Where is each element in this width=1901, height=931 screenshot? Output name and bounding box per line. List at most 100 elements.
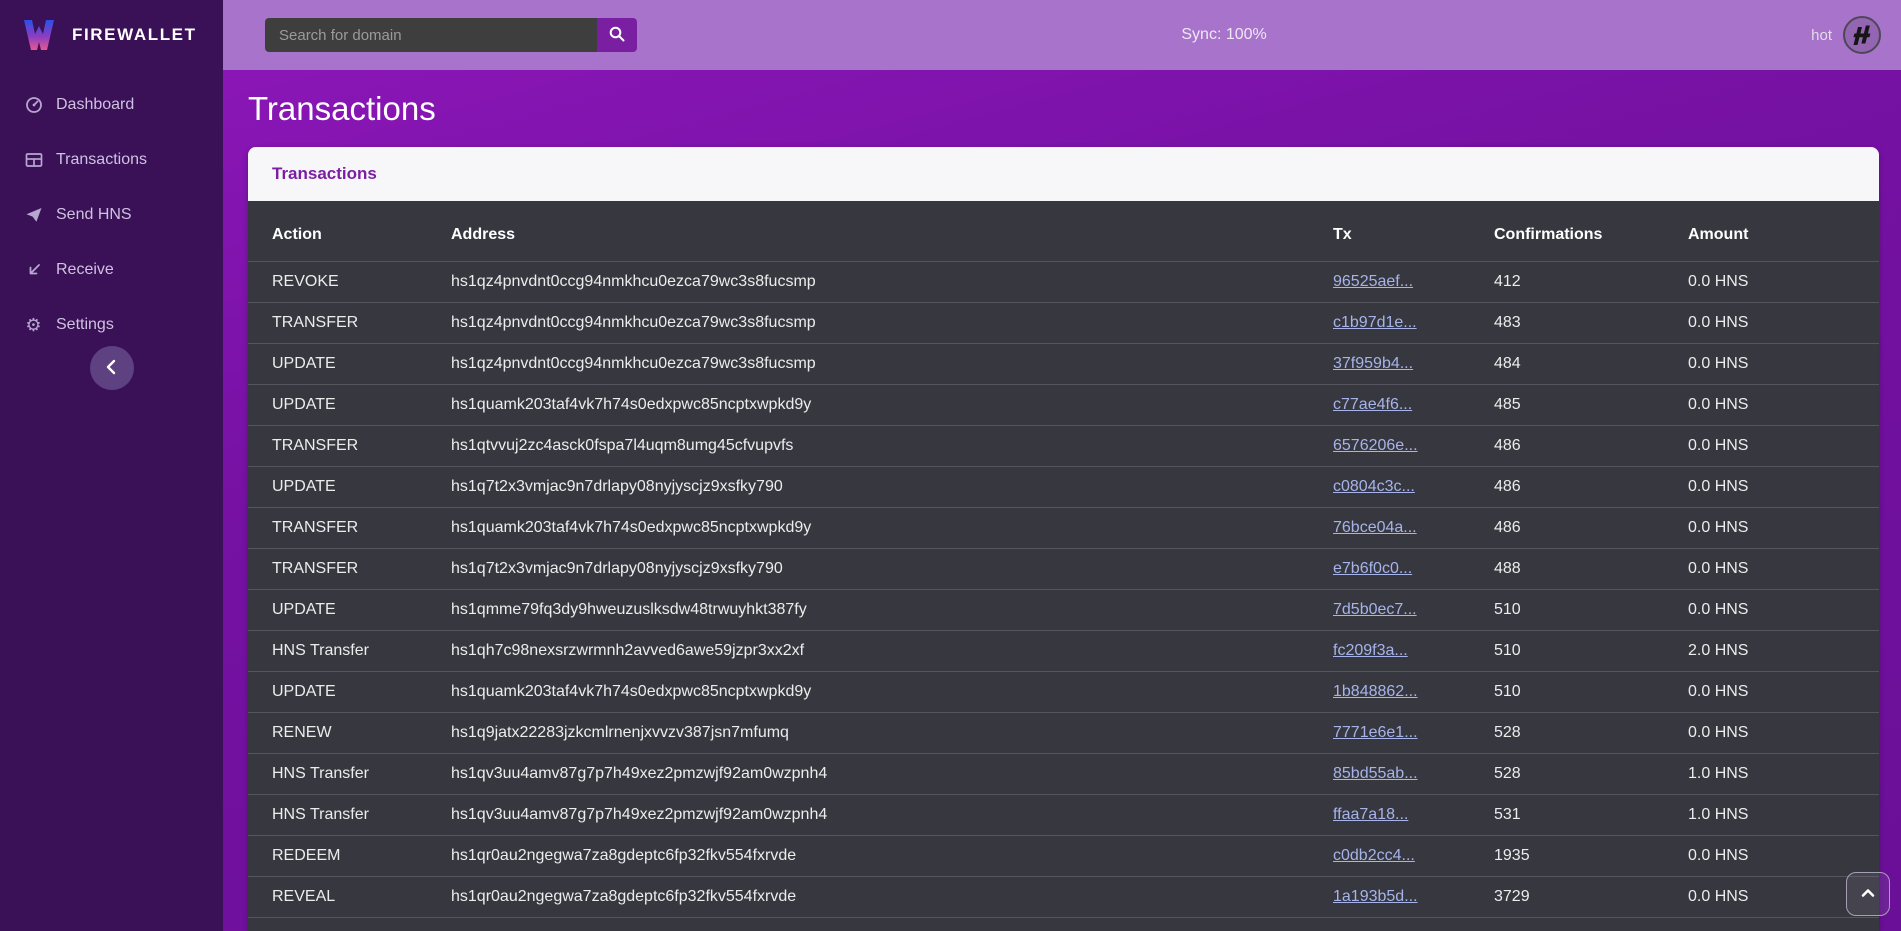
tx-link[interactable]: c1b97d1e... [1333,314,1417,331]
tx-link[interactable]: fc209f3a... [1333,642,1408,659]
scroll-to-top-button[interactable] [1846,872,1890,916]
search-button[interactable] [597,18,637,52]
action-cell: UPDATE [248,385,451,426]
amount-cell: 0.0 HNS [1688,262,1879,303]
address-cell: hs1q9jatx22283jzkcmlrnenjxvvzv387jsn7mfu… [451,713,1333,754]
action-cell: UPDATE [248,344,451,385]
amount-cell: 1.0 HNS [1688,754,1879,795]
table-row: UPDATE hs1q7t2x3vmjac9n7drlapy08nyjyscjz… [248,467,1879,508]
amount-cell: 0.0 HNS [1688,426,1879,467]
tx-link[interactable]: 1a193b5d... [1333,888,1418,905]
gear-icon: ⚙ [24,315,43,334]
confirmations-cell: 1935 [1494,836,1688,877]
table-row: UPDATE hs1qmme79fq3dy9hweuzuslksdw48trwu… [248,590,1879,631]
transactions-table: Action Address Tx Confirmations Amount R… [248,201,1879,918]
address-cell: hs1qh7c98nexsrzwrmnh2avved6awe59jzpr3xx2… [451,631,1333,672]
sidebar-item-settings[interactable]: ⚙ Settings [0,302,223,347]
address-cell: hs1qr0au2ngegwa7za8gdeptc6fp32fkv554fxrv… [451,877,1333,918]
table-row: HNS Transfer hs1qh7c98nexsrzwrmnh2avved6… [248,631,1879,672]
action-cell: RENEW [248,713,451,754]
sync-status: Sync: 100% [1181,26,1266,44]
sidebar-item-send-hns[interactable]: Send HNS [0,192,223,237]
table-row: UPDATE hs1quamk203taf4vk7h74s0edxpwc85nc… [248,385,1879,426]
brand: FIREWALLET [0,0,223,70]
address-cell: hs1qz4pnvdnt0ccg94nmkhcu0ezca79wc3s8fucs… [451,303,1333,344]
address-cell: hs1qv3uu4amv87g7p7h49xez2pmzwjf92am0wzpn… [451,754,1333,795]
wallet-indicator: hot [1811,16,1881,54]
tx-link[interactable]: 7d5b0ec7... [1333,601,1417,618]
action-cell: UPDATE [248,672,451,713]
confirmations-cell: 528 [1494,754,1688,795]
amount-cell: 0.0 HNS [1688,549,1879,590]
sidebar-item-transactions[interactable]: Transactions [0,137,223,182]
search-input[interactable] [265,18,597,52]
address-cell: hs1qmme79fq3dy9hweuzuslksdw48trwuyhkt387… [451,590,1333,631]
sidebar-item-receive[interactable]: Receive [0,247,223,292]
confirmations-cell: 528 [1494,713,1688,754]
confirmations-cell: 486 [1494,467,1688,508]
address-cell: hs1quamk203taf4vk7h74s0edxpwc85ncptxwpkd… [451,672,1333,713]
amount-cell: 0.0 HNS [1688,590,1879,631]
action-cell: REVOKE [248,262,451,303]
tx-link[interactable]: 37f959b4... [1333,355,1413,372]
sidebar-item-label: Send HNS [56,206,132,224]
action-cell: HNS Transfer [248,631,451,672]
sidebar-item-label: Transactions [56,151,147,169]
address-cell: hs1quamk203taf4vk7h74s0edxpwc85ncptxwpkd… [451,385,1333,426]
search-icon [608,25,626,46]
table-row: TRANSFER hs1quamk203taf4vk7h74s0edxpwc85… [248,508,1879,549]
confirmations-cell: 412 [1494,262,1688,303]
table-row: HNS Transfer hs1qv3uu4amv87g7p7h49xez2pm… [248,795,1879,836]
action-cell: REDEEM [248,836,451,877]
chevron-left-icon [101,356,123,381]
page-title: Transactions [248,70,1879,128]
card-header: Transactions [248,147,1879,201]
tx-link[interactable]: 6576206e... [1333,437,1418,454]
tx-link[interactable]: 1b848862... [1333,683,1418,700]
handshake-avatar-icon[interactable] [1843,16,1881,54]
main-area: Sync: 100% hot Transactions [223,0,1901,931]
tx-link[interactable]: e7b6f0c0... [1333,560,1412,577]
table-row: REDEEM hs1qr0au2ngegwa7za8gdeptc6fp32fkv… [248,836,1879,877]
table-row: UPDATE hs1qz4pnvdnt0ccg94nmkhcu0ezca79wc… [248,344,1879,385]
tx-link[interactable]: c0db2cc4... [1333,847,1415,864]
tx-link[interactable]: 7771e6e1... [1333,724,1418,741]
table-row: UPDATE hs1quamk203taf4vk7h74s0edxpwc85nc… [248,672,1879,713]
table-row: REVOKE hs1qz4pnvdnt0ccg94nmkhcu0ezca79wc… [248,262,1879,303]
receive-icon [24,260,43,279]
confirmations-cell: 510 [1494,672,1688,713]
sidebar-item-label: Receive [56,261,114,279]
amount-cell: 0.0 HNS [1688,508,1879,549]
confirmations-cell: 488 [1494,549,1688,590]
confirmations-cell: 510 [1494,590,1688,631]
amount-cell: 0.0 HNS [1688,467,1879,508]
transactions-table-wrap: Action Address Tx Confirmations Amount R… [248,201,1879,931]
content: Transactions Transactions Action Address [223,70,1901,931]
address-cell: hs1qtvvuj2zc4asck0fspa7l4uqm8umg45cfvupv… [451,426,1333,467]
column-header-amount: Amount [1688,201,1879,262]
card-title: Transactions [272,164,377,183]
confirmations-cell: 486 [1494,426,1688,467]
tx-link[interactable]: c77ae4f6... [1333,396,1412,413]
tx-link[interactable]: 96525aef... [1333,273,1413,290]
table-row: HNS Transfer hs1qv3uu4amv87g7p7h49xez2pm… [248,754,1879,795]
table-row: TRANSFER hs1q7t2x3vmjac9n7drlapy08nyjysc… [248,549,1879,590]
chevron-up-icon [1856,881,1880,908]
firewallet-logo-icon [18,14,60,56]
tx-link[interactable]: ffaa7a18... [1333,806,1408,823]
confirmations-cell: 486 [1494,508,1688,549]
transactions-card: Transactions Action Address Tx Confirm [248,147,1879,931]
sidebar-item-dashboard[interactable]: Dashboard [0,82,223,127]
sidebar: FIREWALLET Dashboard Transactions Send H… [0,0,223,931]
address-cell: hs1q7t2x3vmjac9n7drlapy08nyjyscjz9xsfky7… [451,549,1333,590]
action-cell: TRANSFER [248,549,451,590]
tx-link[interactable]: 85bd55ab... [1333,765,1418,782]
address-cell: hs1q7t2x3vmjac9n7drlapy08nyjyscjz9xsfky7… [451,467,1333,508]
table-row: TRANSFER hs1qtvvuj2zc4asck0fspa7l4uqm8um… [248,426,1879,467]
send-icon [24,205,43,224]
action-cell: REVEAL [248,877,451,918]
tx-link[interactable]: c0804c3c... [1333,478,1415,495]
sidebar-collapse-button[interactable] [90,346,134,390]
action-cell: TRANSFER [248,303,451,344]
tx-link[interactable]: 76bce04a... [1333,519,1417,536]
